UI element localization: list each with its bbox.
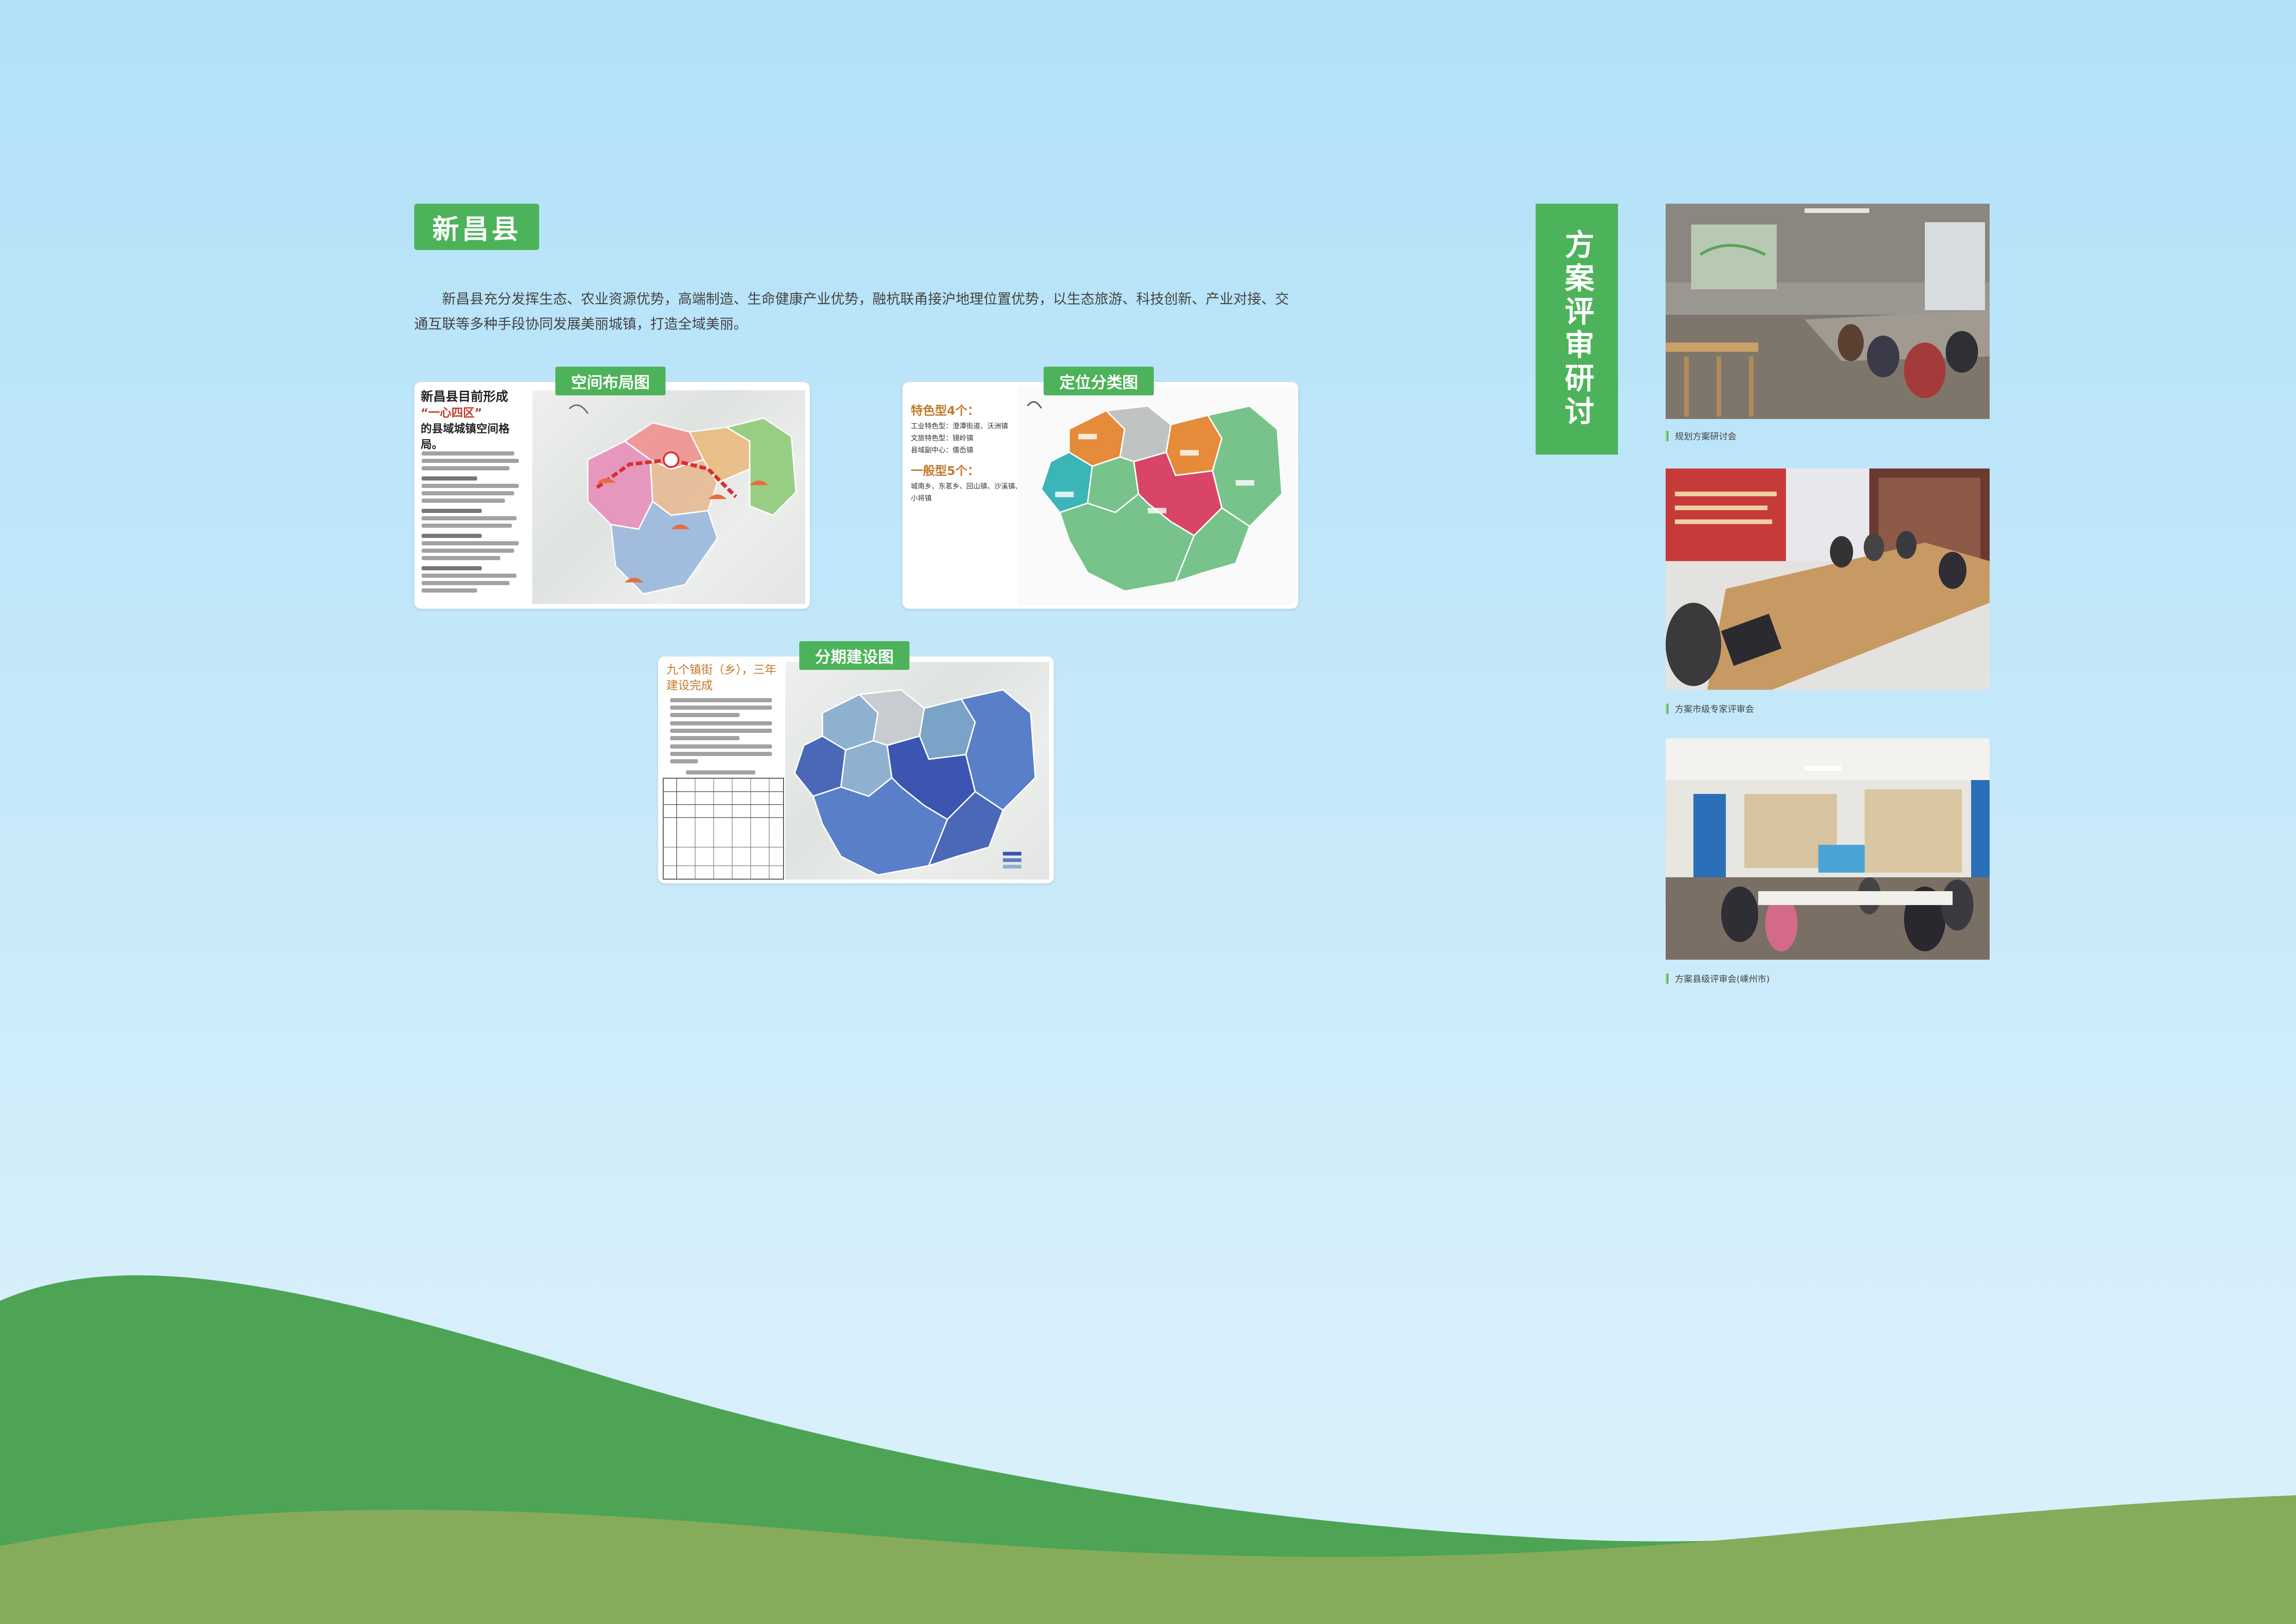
review-caption-1: 规划方案研讨会: [1666, 430, 1736, 442]
green-hills-decoration: [0, 1275, 2296, 1624]
phased-panel: 九个镇街（乡），三年建设完成: [658, 656, 1054, 883]
review-caption-2: 方案市级专家评审会: [1666, 702, 1754, 715]
phased-schedule-table: [663, 778, 784, 880]
general-type-line-1: 城南乡、东茗乡、回山镇、沙溪镇、: [911, 482, 1022, 490]
caption-bar-1: [1666, 431, 1668, 441]
review-photo-2: [1666, 468, 1990, 690]
review-photo-3: [1666, 738, 1990, 960]
review-photo-1: [1666, 204, 1990, 419]
review-caption-3-text: 方案县级评审会(嵊州市): [1675, 974, 1770, 984]
spatial-heading-a: 新昌县目前形成: [421, 390, 508, 404]
positioning-panel-wrap: 定位分类图 特色型4个： 工业特色型：澄潭街道、沃洲镇 文旅特色型：镜岭镇 县域…: [902, 367, 1298, 609]
spatial-heading-b: “一心四区”: [421, 406, 482, 419]
positioning-label: 定位分类图: [1044, 367, 1154, 395]
spatial-layout-label: 空间布局图: [555, 367, 666, 395]
phased-panel-wrap: 分期建设图 九个镇街（乡），三年建设完成: [658, 641, 1054, 883]
special-type-title: 特色型4个：: [911, 404, 980, 418]
phase-region-w: [794, 735, 846, 797]
spatial-heading-c: 的县域城镇空间格局。: [421, 422, 510, 451]
positioning-panel: 特色型4个： 工业特色型：澄潭街道、沃洲镇 文旅特色型：镜岭镇 县域副中心：儒岙…: [902, 382, 1298, 609]
review-caption-1-text: 规划方案研讨会: [1675, 431, 1737, 442]
county-title-badge: 新昌县: [414, 204, 539, 250]
phased-label: 分期建设图: [799, 641, 909, 670]
spatial-map: [568, 404, 797, 595]
general-type-title: 一般型5个：: [911, 464, 980, 478]
caption-bar-3: [1666, 973, 1668, 984]
general-type-line-2: 小将镇: [911, 494, 932, 502]
phased-map: [794, 689, 1036, 876]
intro-paragraph: 新昌县充分发挥生态、农业资源优势，高端制造、生命健康产业优势，融杭联甬接沪地理位…: [414, 291, 1289, 332]
county-title: 新昌县: [432, 213, 521, 245]
review-banner-text: 方案评审研讨: [1560, 229, 1594, 429]
phased-heading: 九个镇街（乡），三年建设完成: [666, 663, 777, 692]
spatial-layout-panel-wrap: 空间布局图 新昌县目前形成 “一心四区” 的县域城镇空间格局。: [414, 367, 810, 609]
positioning-map: [1027, 401, 1283, 592]
special-type-line-2: 文旅特色型：镜岭镇: [911, 434, 974, 442]
special-type-line-3: 县域副中心：儒岙镇: [911, 446, 974, 454]
caption-bar-2: [1666, 703, 1668, 714]
region-west: [1040, 451, 1093, 513]
review-banner: 方案评审研讨: [1536, 204, 1618, 455]
special-type-line-1: 工业特色型：澄潭街道、沃洲镇: [911, 422, 1008, 430]
spatial-layout-panel: 新昌县目前形成 “一心四区” 的县域城镇空间格局。: [414, 382, 810, 609]
review-caption-3: 方案县级评审会(嵊州市): [1666, 972, 1770, 985]
review-caption-2-text: 方案市级专家评审会: [1675, 704, 1755, 714]
